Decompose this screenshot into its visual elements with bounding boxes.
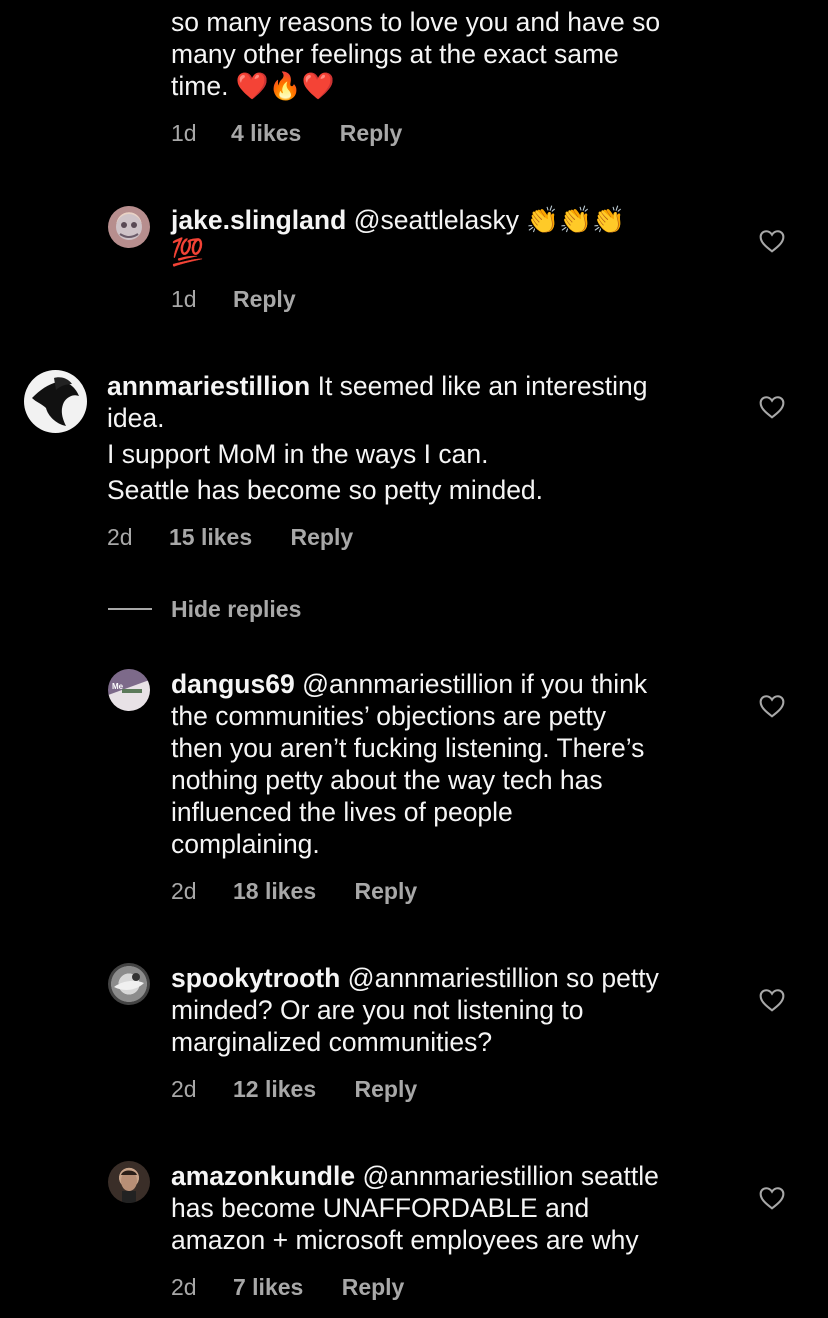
- avatar-art: [116, 214, 142, 240]
- comment-likes[interactable]: 15 likes: [169, 524, 252, 550]
- comment-meta: 1d 4 likes Reply: [171, 119, 402, 147]
- reply-button[interactable]: Reply: [233, 286, 296, 312]
- comment-text-line: time. ❤️🔥❤️: [171, 71, 335, 101]
- comment-meta: 2d 7 likes Reply: [171, 1273, 404, 1301]
- reply-button[interactable]: Reply: [291, 524, 354, 550]
- comment-first-line: annmariestillion It seemed like an inter…: [107, 370, 648, 402]
- comment-text-line: 💯: [171, 237, 204, 267]
- comment-age: 1d: [171, 286, 197, 312]
- comment-likes[interactable]: 18 likes: [233, 878, 316, 904]
- hide-replies-button[interactable]: Hide replies: [171, 595, 301, 623]
- comment-text-line: amazon + microsoft employees are why: [171, 1225, 639, 1255]
- avatar[interactable]: [24, 370, 87, 433]
- comment-text-line: has become UNAFFORDABLE and: [171, 1193, 590, 1223]
- comment-first-line: jake.slingland @seattlelasky 👏👏👏: [171, 204, 625, 236]
- comment-age: 2d: [171, 1076, 197, 1102]
- hide-replies-divider: [108, 608, 152, 610]
- comment-text-line: Seattle has become so petty minded.: [107, 475, 544, 505]
- heart-icon[interactable]: [759, 229, 785, 253]
- heart-icon[interactable]: [759, 694, 785, 718]
- comment-age: 2d: [107, 524, 133, 550]
- avatar[interactable]: [108, 1161, 150, 1203]
- comment-likes[interactable]: 4 likes: [231, 120, 301, 146]
- comment-text-line: the communities’ objections are petty: [171, 701, 607, 731]
- heart-icon[interactable]: [759, 395, 785, 419]
- reply-button[interactable]: Reply: [340, 120, 403, 146]
- comment-username[interactable]: dangus69: [171, 669, 295, 699]
- comment-age: 2d: [171, 878, 197, 904]
- comment-age: 2d: [171, 1274, 197, 1300]
- comment-text-line: so many reasons to love you and have so: [171, 7, 661, 37]
- comment-meta: 2d 18 likes Reply: [171, 877, 417, 905]
- comment-username[interactable]: annmariestillion: [107, 371, 310, 401]
- comment-text-line: influenced the lives of people: [171, 797, 513, 827]
- comment-meta: 2d 12 likes Reply: [171, 1075, 417, 1103]
- comment-text-line: minded? Or are you not listening to: [171, 995, 584, 1025]
- comment-first-line: spookytrooth @annmariestillion so petty: [171, 962, 659, 994]
- avatar-art: [32, 377, 79, 426]
- heart-icon[interactable]: [759, 1186, 785, 1210]
- comment-text-line: idea.: [107, 403, 165, 433]
- comment-text: @seattlelasky 👏👏👏: [346, 205, 626, 235]
- reply-button[interactable]: Reply: [355, 878, 418, 904]
- comment-username[interactable]: jake.slingland: [171, 205, 346, 235]
- comment-text-line: nothing petty about the way tech has: [171, 765, 603, 795]
- comment-text: @annmariestillion if you think: [294, 669, 648, 699]
- avatar-art: [121, 1170, 137, 1203]
- heart-icon[interactable]: [759, 988, 785, 1012]
- avatar[interactable]: [108, 206, 150, 248]
- avatar-art: Me: [112, 682, 142, 693]
- comment-text-line: many other feelings at the exact same: [171, 39, 619, 69]
- comment-meta: 1d Reply: [171, 285, 296, 313]
- comment-text: @annmariestillion so petty: [340, 963, 659, 993]
- comment-username[interactable]: spookytrooth: [171, 963, 340, 993]
- comment-text-line: I support MoM in the ways I can.: [107, 439, 489, 469]
- avatar-art: [114, 973, 144, 990]
- comment-text: @annmariestillion seattle: [355, 1161, 659, 1191]
- comment-likes[interactable]: 7 likes: [233, 1274, 303, 1300]
- comment-age: 1d: [171, 120, 197, 146]
- avatar[interactable]: Me: [108, 669, 150, 711]
- reply-button[interactable]: Reply: [342, 1274, 405, 1300]
- comment-text: It seemed like an interesting: [310, 371, 648, 401]
- comment-username[interactable]: amazonkundle: [171, 1161, 355, 1191]
- comment-text-line: marginalized communities?: [171, 1027, 493, 1057]
- comment-first-line: amazonkundle @annmariestillion seattle: [171, 1160, 659, 1192]
- svg-text:Me: Me: [112, 682, 124, 691]
- comment-text-line: then you aren’t fucking listening. There…: [171, 733, 645, 763]
- comment-text-line: complaining.: [171, 829, 320, 859]
- avatar[interactable]: [108, 963, 150, 1005]
- comment-first-line: dangus69 @annmariestillion if you think: [171, 668, 647, 700]
- comment-likes[interactable]: 12 likes: [233, 1076, 316, 1102]
- comment-meta: 2d 15 likes Reply: [107, 523, 353, 551]
- reply-button[interactable]: Reply: [355, 1076, 418, 1102]
